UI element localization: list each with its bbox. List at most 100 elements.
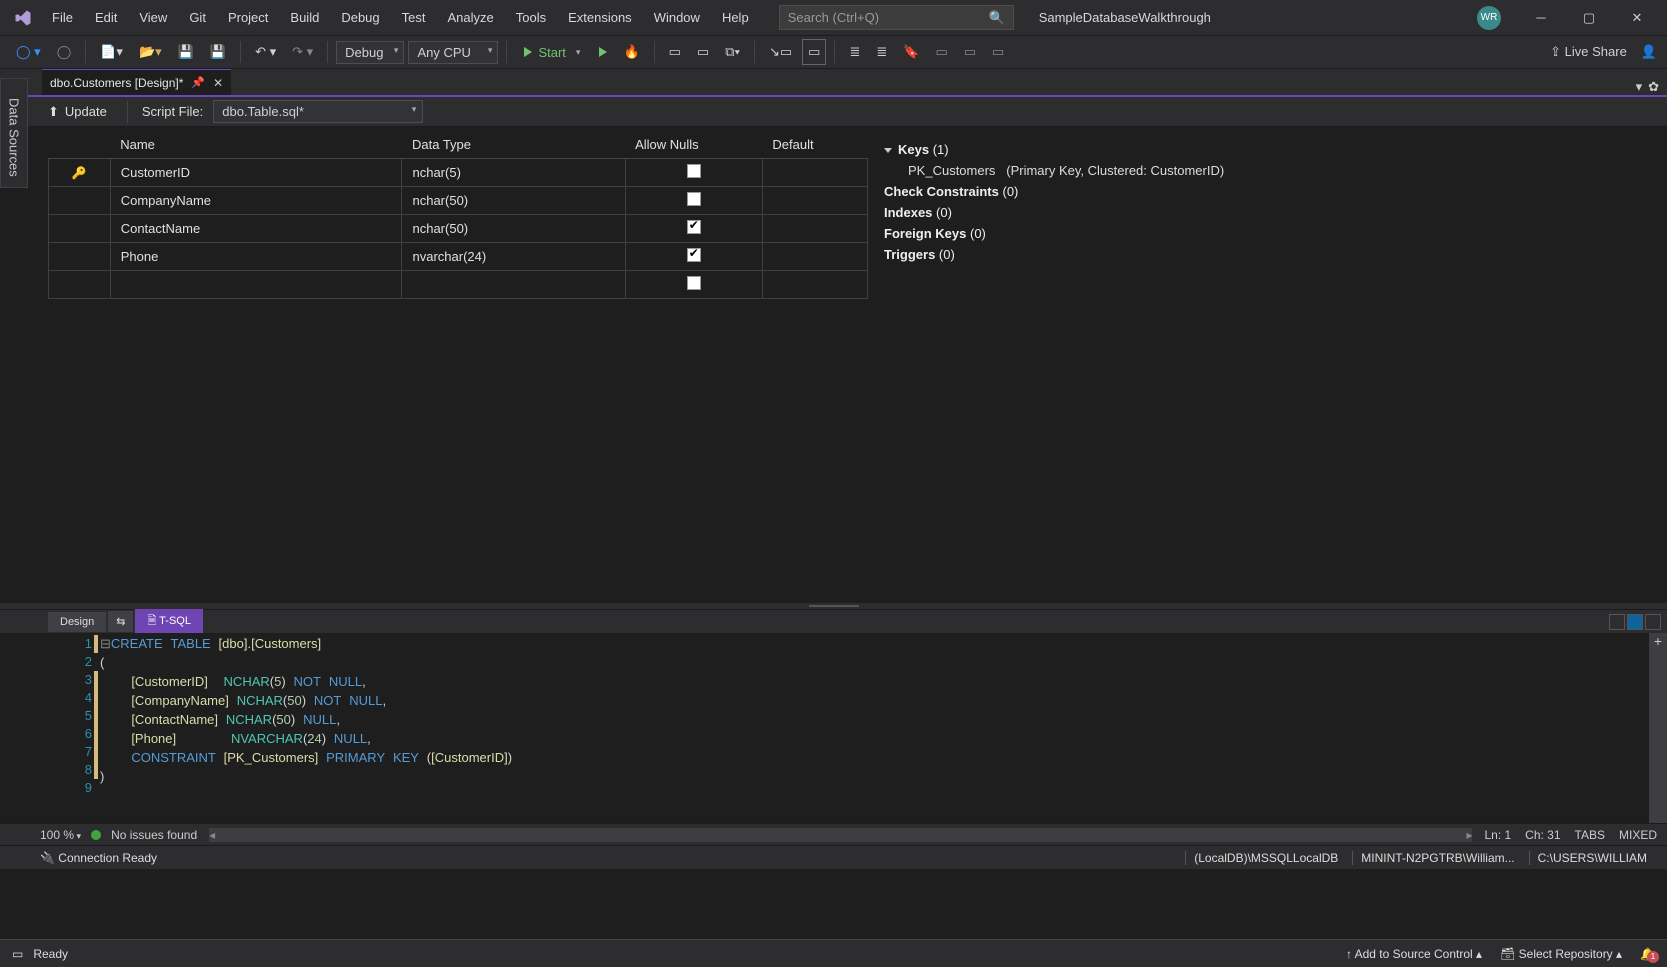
user-avatar[interactable]: WR xyxy=(1477,6,1501,30)
tb-icon-5[interactable]: ▭ xyxy=(802,39,826,65)
checkbox[interactable] xyxy=(687,192,701,206)
horizontal-splitter[interactable] xyxy=(0,603,1667,609)
pk-item[interactable]: PK_Customers (Primary Key, Clustered: Cu… xyxy=(884,160,1651,181)
cell-type[interactable]: nchar(50) xyxy=(402,187,625,215)
tb-icon-7[interactable]: ≣ xyxy=(870,39,893,65)
save-all-button[interactable]: 💾 xyxy=(204,39,232,65)
menu-tools[interactable]: Tools xyxy=(506,4,556,31)
cell-type[interactable]: nchar(5) xyxy=(402,159,625,187)
tab-tsql[interactable]: 🗎 T-SQL xyxy=(135,608,203,635)
tb-icon-9[interactable]: ▭ xyxy=(929,39,953,65)
cell-nulls[interactable] xyxy=(625,243,762,271)
forward-button[interactable]: ◯ xyxy=(51,39,78,65)
tab-overflow-button[interactable]: ▾ xyxy=(1636,79,1643,95)
tb-icon-2[interactable]: ▭ xyxy=(691,39,715,65)
save-button[interactable]: 💾 xyxy=(172,39,200,65)
zoom-dropdown[interactable]: 100 % xyxy=(40,828,81,842)
redo-button[interactable]: ↷ ▾ xyxy=(286,39,319,65)
data-sources-tab[interactable]: Data Sources xyxy=(0,78,28,188)
close-tab-icon[interactable]: ✕ xyxy=(213,76,223,90)
hot-reload-button[interactable]: 🔥 xyxy=(617,39,645,65)
notifications-button[interactable]: 🔔1 xyxy=(1640,947,1655,961)
line-indicator[interactable]: Ln: 1 xyxy=(1484,828,1511,842)
table-row-new[interactable] xyxy=(49,271,868,299)
menu-extensions[interactable]: Extensions xyxy=(558,4,642,31)
layout-btn-1[interactable] xyxy=(1609,614,1625,630)
pin-icon[interactable]: 📌 xyxy=(191,76,205,89)
header-default[interactable]: Default xyxy=(762,131,867,159)
header-type[interactable]: Data Type xyxy=(402,131,625,159)
tab-settings-icon[interactable]: ✿ xyxy=(1648,79,1659,95)
menu-debug[interactable]: Debug xyxy=(331,4,389,31)
tab-design[interactable]: Design xyxy=(48,612,106,632)
menu-test[interactable]: Test xyxy=(392,4,436,31)
open-button[interactable]: 📂▾ xyxy=(133,39,168,65)
vertical-scrollbar[interactable] xyxy=(1649,633,1667,823)
header-nulls[interactable]: Allow Nulls xyxy=(625,131,762,159)
tb-icon-11[interactable]: ▭ xyxy=(986,39,1010,65)
output-icon[interactable]: ▭ xyxy=(12,947,23,961)
menu-analyze[interactable]: Analyze xyxy=(437,4,503,31)
menu-file[interactable]: File xyxy=(42,4,83,31)
checkbox[interactable] xyxy=(687,164,701,178)
script-file-dropdown[interactable]: dbo.Table.sql* xyxy=(213,100,423,123)
cell-name[interactable]: CustomerID xyxy=(110,159,402,187)
cell-name[interactable]: Phone xyxy=(110,243,402,271)
cell-nulls[interactable] xyxy=(625,215,762,243)
cell-default[interactable] xyxy=(762,159,867,187)
split-editor-button[interactable]: + xyxy=(1649,633,1667,651)
keys-section[interactable]: Keys (1) xyxy=(884,139,1651,160)
sql-code[interactable]: ⊟CREATE TABLE [dbo].[Customers] ( [Custo… xyxy=(100,633,512,823)
menu-window[interactable]: Window xyxy=(644,4,710,31)
cell-default[interactable] xyxy=(762,215,867,243)
update-button[interactable]: ⬆ Update xyxy=(42,101,113,123)
platform-dropdown[interactable]: Any CPU xyxy=(408,41,498,64)
cell-name[interactable]: CompanyName xyxy=(110,187,402,215)
menu-git[interactable]: Git xyxy=(179,4,216,31)
tb-icon-4[interactable]: ↘▭ xyxy=(763,39,798,65)
table-row[interactable]: Phonenvarchar(24) xyxy=(49,243,868,271)
menu-edit[interactable]: Edit xyxy=(85,4,127,31)
live-share-button[interactable]: ⇪ Live Share xyxy=(1550,44,1627,60)
document-tab-customers[interactable]: dbo.Customers [Design]* 📌 ✕ xyxy=(42,69,231,95)
start-button[interactable]: Start ▾ xyxy=(515,40,589,65)
table-row[interactable]: ContactNamenchar(50) xyxy=(49,215,868,243)
tb-icon-3[interactable]: ⧉▾ xyxy=(719,39,746,65)
undo-button[interactable]: ↶ ▾ xyxy=(249,39,282,65)
add-to-source-control[interactable]: ↑ Add to Source Control ▴ xyxy=(1346,947,1482,961)
config-dropdown[interactable]: Debug xyxy=(336,41,404,64)
tb-icon-1[interactable]: ▭ xyxy=(663,39,687,65)
checkbox[interactable] xyxy=(687,248,701,262)
checkbox[interactable] xyxy=(687,220,701,234)
indexes-section[interactable]: Indexes (0) xyxy=(884,202,1651,223)
feedback-button[interactable]: 👤 xyxy=(1641,44,1657,60)
cell-type[interactable]: nvarchar(24) xyxy=(402,243,625,271)
cell-nulls[interactable] xyxy=(625,159,762,187)
tb-icon-8[interactable]: 🔖 xyxy=(897,39,925,65)
cell-default[interactable] xyxy=(762,243,867,271)
tabs-indicator[interactable]: TABS xyxy=(1575,828,1605,842)
table-row[interactable]: CompanyNamenchar(50) xyxy=(49,187,868,215)
tb-icon-6[interactable]: ≣ xyxy=(843,39,866,65)
char-indicator[interactable]: Ch: 31 xyxy=(1525,828,1560,842)
maximize-button[interactable]: ▢ xyxy=(1567,3,1611,33)
mixed-indicator[interactable]: MIXED xyxy=(1619,828,1657,842)
select-repository[interactable]: 🗃 Select Repository ▴ xyxy=(1500,947,1622,961)
start-without-debug-button[interactable] xyxy=(593,42,613,62)
minimize-button[interactable]: ─ xyxy=(1519,3,1563,33)
sql-editor[interactable]: 123456789 ⊟CREATE TABLE [dbo].[Customers… xyxy=(0,633,1667,823)
menu-help[interactable]: Help xyxy=(712,4,759,31)
cell-name[interactable]: ContactName xyxy=(110,215,402,243)
back-button[interactable]: ◯ ▾ xyxy=(10,39,47,65)
close-button[interactable]: ✕ xyxy=(1615,3,1659,33)
triggers-section[interactable]: Triggers (0) xyxy=(884,244,1651,265)
menu-build[interactable]: Build xyxy=(280,4,329,31)
check-constraints-section[interactable]: Check Constraints (0) xyxy=(884,181,1651,202)
cell-default[interactable] xyxy=(762,187,867,215)
new-project-button[interactable]: 📄▾ xyxy=(94,39,129,65)
cell-nulls[interactable] xyxy=(625,187,762,215)
tb-icon-10[interactable]: ▭ xyxy=(958,39,982,65)
layout-btn-3[interactable] xyxy=(1645,614,1661,630)
foreign-keys-section[interactable]: Foreign Keys (0) xyxy=(884,223,1651,244)
horizontal-scrollbar[interactable]: ◂ ▸ xyxy=(209,828,1472,842)
